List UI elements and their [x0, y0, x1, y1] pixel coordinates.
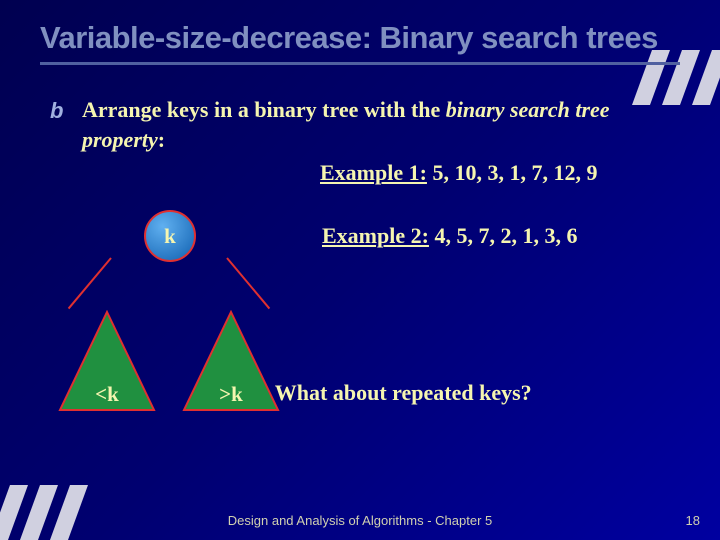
left-subtree-label: <k: [58, 382, 156, 407]
edge-right: [226, 257, 270, 309]
bullet-icon: b: [50, 98, 63, 124]
example-2: Example 2: 4, 5, 7, 2, 1, 3, 6: [322, 223, 577, 249]
example-1-label: Example 1:: [320, 160, 427, 185]
example-1: Example 1: 5, 10, 3, 1, 7, 12, 9: [320, 160, 597, 186]
example-2-values: 4, 5, 7, 2, 1, 3, 6: [429, 223, 578, 248]
edge-left: [68, 257, 112, 309]
question-text: • What about repeated keys?: [262, 380, 532, 406]
root-node: k: [144, 210, 196, 262]
slide-title: Variable-size-decrease: Binary search tr…: [40, 20, 658, 56]
page-number: 18: [686, 513, 700, 528]
example-2-label: Example 2:: [322, 223, 429, 248]
body-text: Arrange keys in a binary tree with the b…: [82, 95, 682, 154]
footer-text: Design and Analysis of Algorithms - Chap…: [0, 513, 720, 528]
example-1-values: 5, 10, 3, 1, 7, 12, 9: [427, 160, 598, 185]
body-prefix: Arrange keys in a binary tree with the: [82, 97, 446, 122]
bst-diagram: k <k >k: [50, 210, 290, 440]
right-subtree-label: >k: [182, 382, 280, 407]
body-suffix: :: [158, 127, 165, 152]
title-underline: [40, 62, 680, 65]
